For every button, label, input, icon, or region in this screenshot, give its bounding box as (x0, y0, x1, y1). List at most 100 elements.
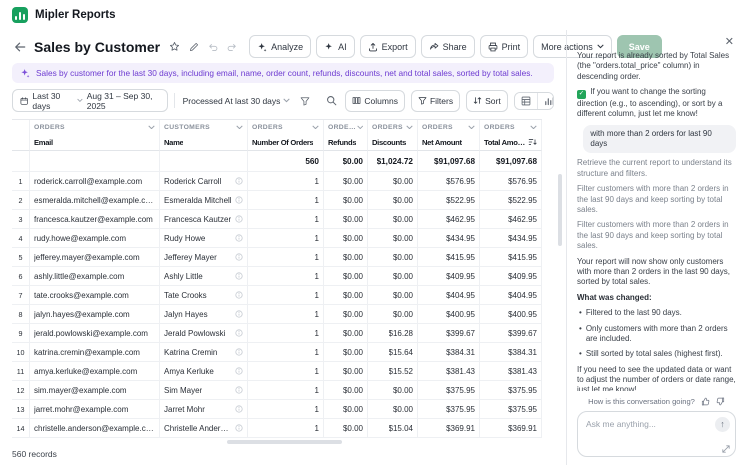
table-row[interactable]: 5jefferey.mayer@example.comJefferey Maye… (12, 248, 542, 267)
analyze-button[interactable]: Analyze (249, 35, 311, 58)
ai-button[interactable]: AI (316, 35, 355, 58)
column-header[interactable]: Name (160, 134, 248, 151)
customer-info-icon[interactable] (235, 177, 243, 185)
customer-info-icon[interactable] (235, 310, 243, 318)
send-button[interactable]: ↑ (715, 417, 730, 432)
search-button[interactable] (324, 93, 339, 108)
table-row[interactable]: 11amya.kerluke@example.comAmya Kerluke1$… (12, 362, 542, 381)
export-label: Export (382, 42, 408, 52)
column-header[interactable]: Number Of Orders (248, 134, 324, 151)
thumbs-down-icon (716, 397, 725, 406)
content-area: Sales by Customer Analyze (0, 30, 746, 465)
table-row[interactable]: 10katrina.cremin@example.comKatrina Crem… (12, 343, 542, 362)
table-row[interactable]: 1roderick.carroll@example.comRoderick Ca… (12, 172, 542, 191)
table-row[interactable]: 2esmeralda.mitchell@example.comEsmeralda… (12, 191, 542, 210)
table-row[interactable]: 14christelle.anderson@example.comChriste… (12, 419, 542, 438)
add-filter-button[interactable] (298, 94, 312, 108)
table-row[interactable]: 4rudy.howe@example.comRudy Howe1$0.00$0.… (12, 229, 542, 248)
table-row[interactable]: 3francesca.kautzer@example.comFrancesca … (12, 210, 542, 229)
table-row[interactable]: 6ashly.little@example.comAshly Little1$0… (12, 267, 542, 286)
app-window: Mipler Reports Sales by Customer (0, 0, 746, 465)
column-group-header[interactable]: ORDERS (368, 120, 418, 134)
column-group-header[interactable]: CUSTOMERS (160, 120, 248, 134)
table-cell: $434.95 (418, 229, 480, 248)
customer-info-icon[interactable] (235, 386, 243, 394)
table-cell: Tate Crooks (160, 286, 248, 305)
column-group-header[interactable]: ORDERS (248, 120, 324, 134)
table-cell: katrina.cremin@example.com (30, 343, 160, 362)
sort-descending-icon[interactable] (528, 138, 537, 146)
table-row[interactable]: 12sim.mayer@example.comSim Mayer1$0.00$0… (12, 381, 542, 400)
horizontal-scrollbar[interactable] (227, 440, 342, 444)
table-cell: 1 (248, 210, 324, 229)
chevron-down-icon (283, 98, 290, 103)
customer-info-icon[interactable] (235, 367, 243, 375)
back-button[interactable] (12, 39, 28, 55)
table-cell: $400.95 (418, 305, 480, 324)
table-cell: $462.95 (480, 210, 542, 229)
close-chat-button[interactable]: ✕ (723, 36, 736, 49)
table-cell: 1 (248, 191, 324, 210)
customer-info-icon[interactable] (235, 196, 243, 204)
columns-button[interactable]: Columns (345, 90, 405, 112)
table-cell: $15.64 (368, 343, 418, 362)
table-cell: $399.67 (480, 324, 542, 343)
star-icon (169, 41, 180, 52)
chart-view-button[interactable] (537, 93, 554, 109)
customer-info-icon[interactable] (235, 405, 243, 413)
sparkle-icon (20, 68, 30, 78)
table-view-icon (521, 96, 531, 106)
customer-info-icon[interactable] (235, 253, 243, 261)
undo-button[interactable] (206, 40, 220, 54)
redo-button[interactable] (225, 40, 239, 54)
column-header[interactable]: Refunds (324, 134, 368, 151)
table-cell: jarret.mohr@example.com (30, 400, 160, 419)
table-cell: $415.95 (418, 248, 480, 267)
column-header[interactable]: Discounts (368, 134, 418, 151)
customer-info-icon[interactable] (235, 348, 243, 356)
thumbs-up-button[interactable] (701, 397, 710, 406)
export-button[interactable]: Export (360, 35, 416, 58)
table-cell: $0.00 (324, 172, 368, 191)
processed-at-filter[interactable]: Processed At last 30 days (181, 96, 293, 106)
table-row[interactable]: 13jarret.mohr@example.comJarret Mohr1$0.… (12, 400, 542, 419)
table-cell: $0.00 (368, 172, 418, 191)
arrow-up-icon: ↑ (720, 420, 725, 429)
vertical-scrollbar[interactable] (558, 174, 562, 246)
analyze-label: Analyze (271, 42, 303, 52)
chat-input[interactable] (578, 412, 735, 456)
customer-info-icon[interactable] (235, 291, 243, 299)
sort-button[interactable]: Sort (466, 90, 508, 112)
share-button[interactable]: Share (421, 35, 475, 58)
share-label: Share (443, 42, 467, 52)
customer-info-icon[interactable] (235, 329, 243, 337)
table-view-button[interactable] (515, 93, 537, 109)
column-group-header[interactable]: ORDERS (418, 120, 480, 134)
table-row[interactable]: 7tate.crooks@example.comTate Crooks1$0.0… (12, 286, 542, 305)
column-header[interactable]: Email (30, 134, 160, 151)
rename-button[interactable] (187, 40, 201, 54)
customer-info-icon[interactable] (235, 424, 243, 432)
table-row[interactable]: 8jalyn.hayes@example.comJalyn Hayes1$0.0… (12, 305, 542, 324)
date-range-control[interactable]: Last 30 days Aug 31 – Sep 30, 2025 (12, 89, 168, 112)
customer-info-icon[interactable] (235, 215, 243, 223)
print-button[interactable]: Print (480, 35, 529, 58)
table-cell: $0.00 (324, 400, 368, 419)
column-header[interactable]: Net Amount (418, 134, 480, 151)
customer-info-icon[interactable] (235, 272, 243, 280)
column-header[interactable]: Total Amount (480, 134, 542, 151)
thumbs-down-button[interactable] (716, 397, 725, 406)
table-cell: tate.crooks@example.com (30, 286, 160, 305)
column-group-header[interactable]: ORDERS (480, 120, 542, 134)
expand-input-button[interactable] (722, 445, 730, 453)
table-cell: 1 (248, 362, 324, 381)
filters-label: Filters (430, 96, 453, 106)
summary-cell: $0.00 (324, 151, 368, 172)
filters-button[interactable]: Filters (411, 90, 460, 112)
favorite-button[interactable] (167, 39, 182, 54)
table-row[interactable]: 9jerald.powlowski@example.comJerald Powl… (12, 324, 542, 343)
column-group-header[interactable]: ORDERS (324, 120, 368, 134)
customer-info-icon[interactable] (235, 234, 243, 242)
table-cell: $0.00 (324, 305, 368, 324)
column-group-header[interactable]: ORDERS (30, 120, 160, 134)
